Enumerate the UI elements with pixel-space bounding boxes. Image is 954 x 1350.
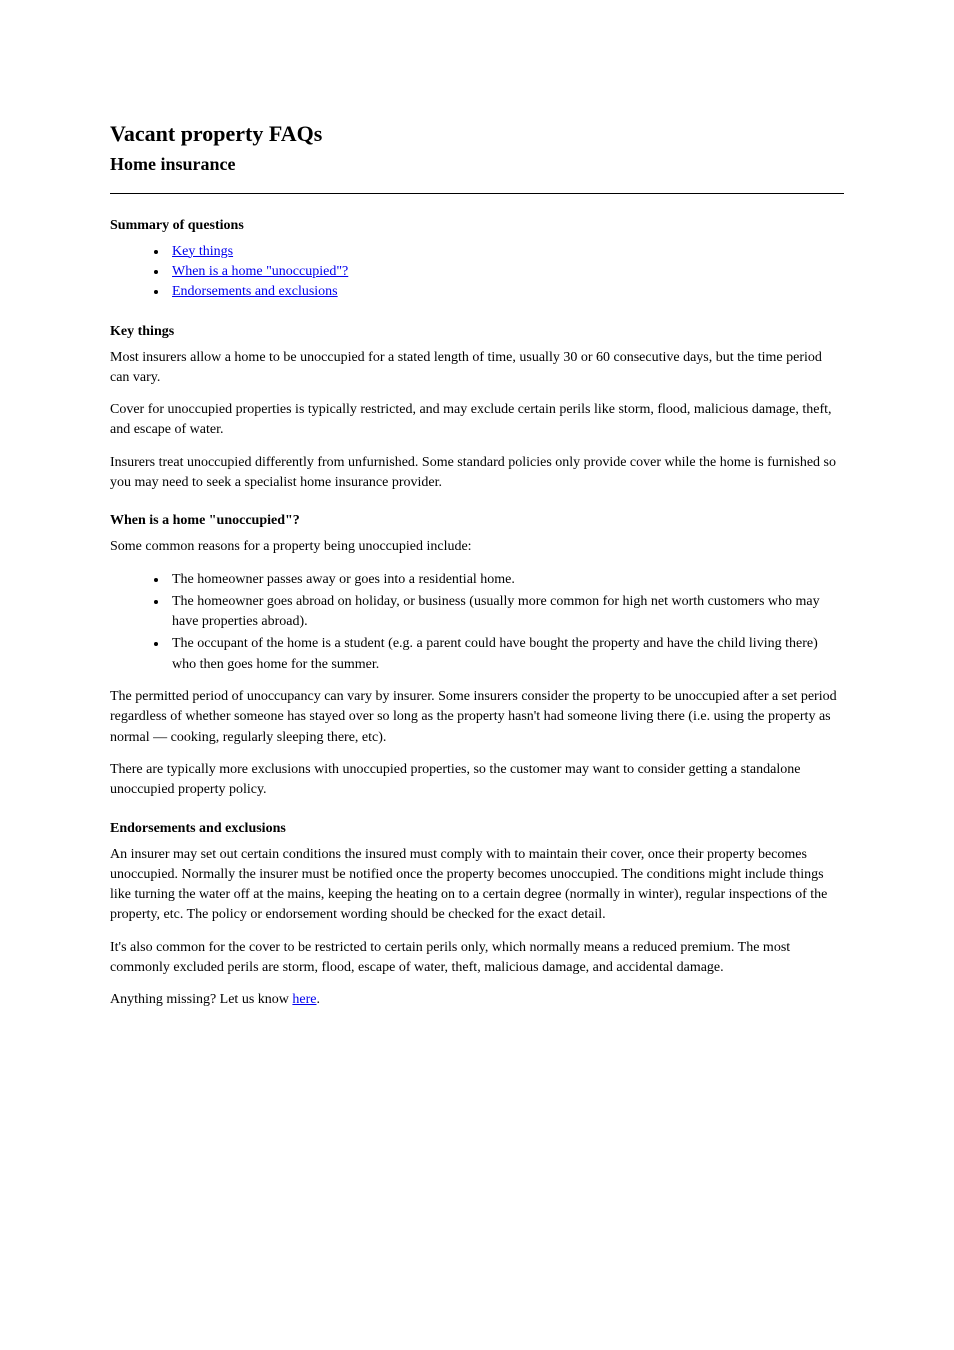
list-item: The homeowner passes away or goes into a… [168,570,844,590]
page: Vacant property FAQs Home insurance Summ… [0,0,954,1350]
body-paragraph: There are typically more exclusions with… [110,760,844,801]
toc-list: Key things When is a home "unoccupied"? … [110,244,844,300]
footer-suffix: . [316,992,320,1007]
toc-link-endorsements[interactable]: Endorsements and exclusions [172,284,338,299]
footer-feedback-link[interactable]: here [292,992,316,1007]
body-paragraph: Some common reasons for a property being… [110,537,844,557]
horizontal-rule [110,193,844,194]
toc-heading: Summary of questions [110,218,844,234]
page-title: Vacant property FAQs [110,120,844,148]
question-heading-unoccupied: When is a home "unoccupied"? [110,513,844,529]
body-paragraph: Most insurers allow a home to be unoccup… [110,348,844,389]
toc-item: Endorsements and exclusions [168,284,844,300]
body-paragraph: The permitted period of unoccupancy can … [110,687,844,748]
body-paragraph: Cover for unoccupied properties is typic… [110,400,844,441]
unoccupied-reasons-list: The homeowner passes away or goes into a… [110,570,844,675]
footer-feedback: Anything missing? Let us know here. [110,990,844,1010]
body-paragraph: An insurer may set out certain condition… [110,845,844,926]
body-paragraph: It's also common for the cover to be res… [110,938,844,979]
footer-prefix: Anything missing? Let us know [110,992,292,1007]
list-item: The homeowner goes abroad on holiday, or… [168,592,844,633]
toc-item: Key things [168,244,844,260]
question-heading-endorsements: Endorsements and exclusions [110,821,844,837]
toc-link-unoccupied[interactable]: When is a home "unoccupied"? [172,264,348,279]
key-things-heading: Key things [110,324,844,340]
list-item: The occupant of the home is a student (e… [168,634,844,675]
toc-item: When is a home "unoccupied"? [168,264,844,280]
toc-link-key-things[interactable]: Key things [172,244,233,259]
page-subtitle: Home insurance [110,154,844,175]
body-paragraph: Insurers treat unoccupied differently fr… [110,453,844,494]
